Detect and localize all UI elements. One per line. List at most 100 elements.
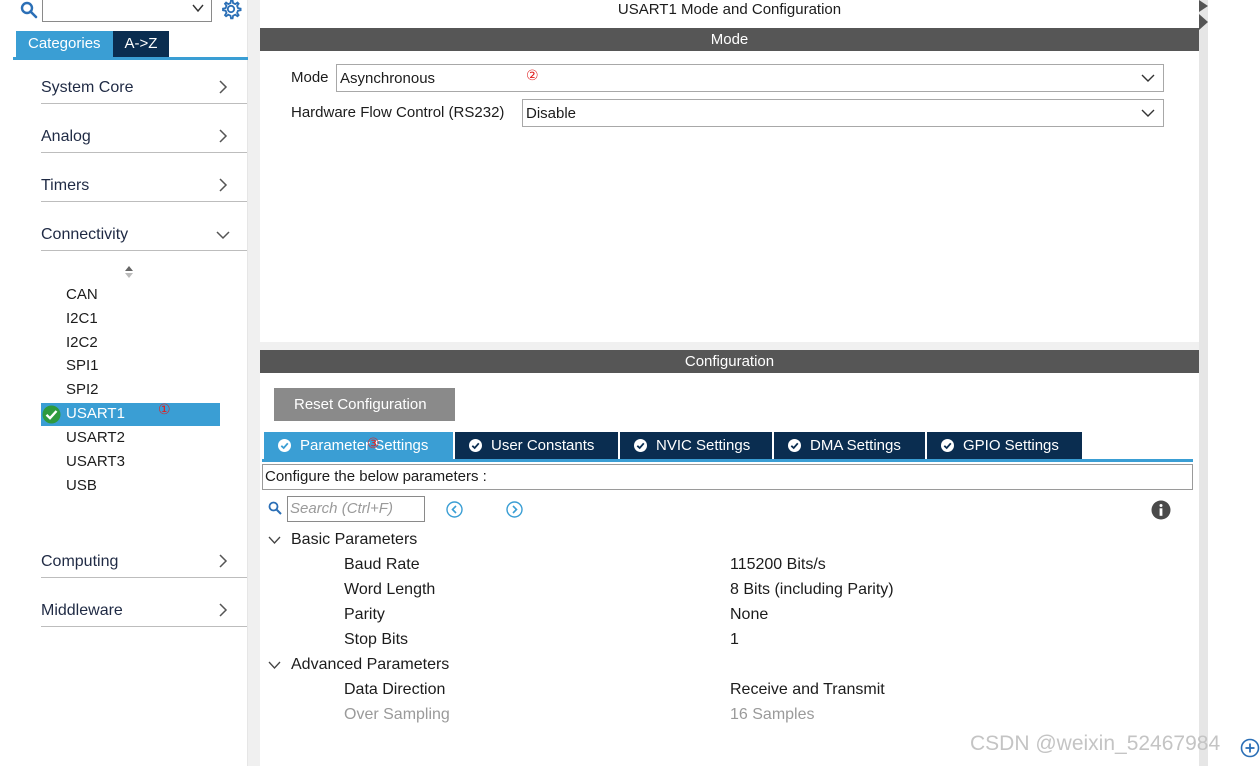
list-item-spi1[interactable]: SPI1 [66,357,99,374]
watermark: CSDN @weixin_52467984 [970,732,1221,755]
reset-configuration-button[interactable]: Reset Configuration [274,388,455,421]
group-label: Advanced Parameters [291,656,450,673]
list-item-usart2[interactable]: USART2 [66,429,125,446]
check-circle-icon [278,439,291,452]
mode-section-header: Mode [260,28,1199,51]
category-connectivity[interactable]: Connectivity [41,221,247,251]
category-middleware[interactable]: Middleware [41,597,247,627]
right-splitter[interactable] [1199,0,1260,766]
check-circle-icon [941,439,954,452]
chevron-right-icon [219,80,228,94]
collapse-arrow-icon[interactable] [1199,0,1208,30]
info-icon[interactable] [1151,500,1171,520]
chevron-down-icon [216,231,230,240]
chevron-down-icon [268,536,281,544]
param-value[interactable]: 115200 Bits/s [730,556,826,574]
gear-icon[interactable] [220,0,242,20]
list-item-usart3[interactable]: USART3 [66,453,125,470]
search-icon[interactable] [268,501,282,515]
tab-nvic-settings[interactable]: NVIC Settings [620,432,772,459]
main-panel: USART1 Mode and Configuration Mode Mode … [248,0,1260,766]
category-timers[interactable]: Timers [41,172,247,202]
param-name: Stop Bits [344,631,409,648]
window-title: USART1 Mode and Configuration [617,1,842,18]
category-label: Middleware [41,602,123,619]
sidebar-search-row [16,0,248,26]
parameters-hint: Configure the below parameters : [262,464,1193,490]
category-analog[interactable]: Analog [41,123,247,153]
splitter-strip [1199,0,1208,766]
configuration-section-header: Configuration [260,350,1199,373]
configuration-panel: Configuration Reset Configuration Parame… [260,350,1199,766]
chevron-right-icon [219,129,228,143]
mode-panel: USART1 Mode and Configuration Mode Mode … [260,0,1199,342]
sidebar-search-input[interactable] [42,0,212,22]
check-circle-icon [634,439,647,452]
param-name: Data Direction [344,681,446,698]
parameter-search-input[interactable]: Search (Ctrl+F) [287,496,425,522]
list-item-can[interactable]: CAN [66,286,98,303]
category-label: Timers [41,177,90,194]
list-item-usart1-selected[interactable]: USART1 [41,403,220,426]
param-value[interactable]: 1 [730,631,739,649]
param-name: Baud Rate [344,556,420,573]
check-circle-icon [469,439,482,452]
previous-match-icon[interactable] [446,501,463,518]
param-value[interactable]: Receive and Transmit [730,681,885,699]
tab-categories[interactable]: Categories [16,31,113,57]
mode-select-value: Asynchronous [340,70,436,87]
tab-gpio-settings[interactable]: GPIO Settings [927,432,1082,459]
chevron-right-icon [219,554,228,568]
tab-label: User Constants [491,437,595,454]
category-system-core[interactable]: System Core [41,74,247,104]
configuration-tabs-underline [262,459,1193,462]
annotation-marker-1: ① [158,401,171,417]
tab-user-constants[interactable]: User Constants [455,432,618,459]
sidebar: Categories A->Z System Core Analog Timer… [0,0,248,766]
tab-label: DMA Settings [810,437,901,454]
category-label: Analog [41,128,91,145]
zoom-plus-icon[interactable] [1240,738,1260,758]
category-label: Connectivity [41,226,129,243]
chevron-right-icon [219,603,228,617]
category-computing[interactable]: Computing [41,548,247,578]
param-name: Parity [344,606,385,623]
hardware-flow-control-value: Disable [526,105,577,122]
tab-a-to-z[interactable]: A->Z [112,31,170,57]
tab-label: Parameter Settings [300,437,429,454]
list-item-usb[interactable]: USB [66,477,97,494]
chevron-down-icon [1141,109,1155,117]
list-item-spi2[interactable]: SPI2 [66,381,99,398]
category-tabs: Categories A->Z [16,31,170,57]
mode-select[interactable]: Asynchronous [336,64,1164,92]
category-label: Computing [41,553,119,570]
sort-icon[interactable] [123,265,135,279]
mode-label: Mode [291,69,329,86]
category-label: System Core [41,79,134,96]
list-item-i2c2[interactable]: I2C2 [66,334,98,351]
search-icon[interactable] [20,1,38,19]
annotation-marker-3: ③ [367,435,380,451]
category-tabs-underline [13,57,248,60]
chevron-down-icon[interactable] [191,1,205,15]
param-name-disabled: Over Sampling [344,706,450,723]
tab-parameter-settings[interactable]: Parameter Settings [264,432,453,459]
param-value[interactable]: 8 Bits (including Parity) [730,581,894,599]
chevron-right-icon [219,178,228,192]
configuration-tabs: Parameter Settings User Constants NVIC S… [264,432,1084,459]
group-label: Basic Parameters [291,531,418,548]
param-value[interactable]: None [730,606,768,624]
next-match-icon[interactable] [506,501,523,518]
tab-label: NVIC Settings [656,437,751,454]
list-item-i2c1[interactable]: I2C1 [66,310,98,327]
chevron-down-icon [1141,74,1155,82]
annotation-marker-2: ② [526,67,539,83]
hardware-flow-control-label: Hardware Flow Control (RS232) [291,104,505,121]
tab-label: GPIO Settings [963,437,1059,454]
tab-dma-settings[interactable]: DMA Settings [774,432,925,459]
chevron-down-icon [268,661,281,669]
check-circle-icon [42,405,61,424]
list-item-label: USART1 [66,405,125,422]
param-name: Word Length [344,581,436,598]
hardware-flow-control-select[interactable]: Disable [522,99,1164,127]
